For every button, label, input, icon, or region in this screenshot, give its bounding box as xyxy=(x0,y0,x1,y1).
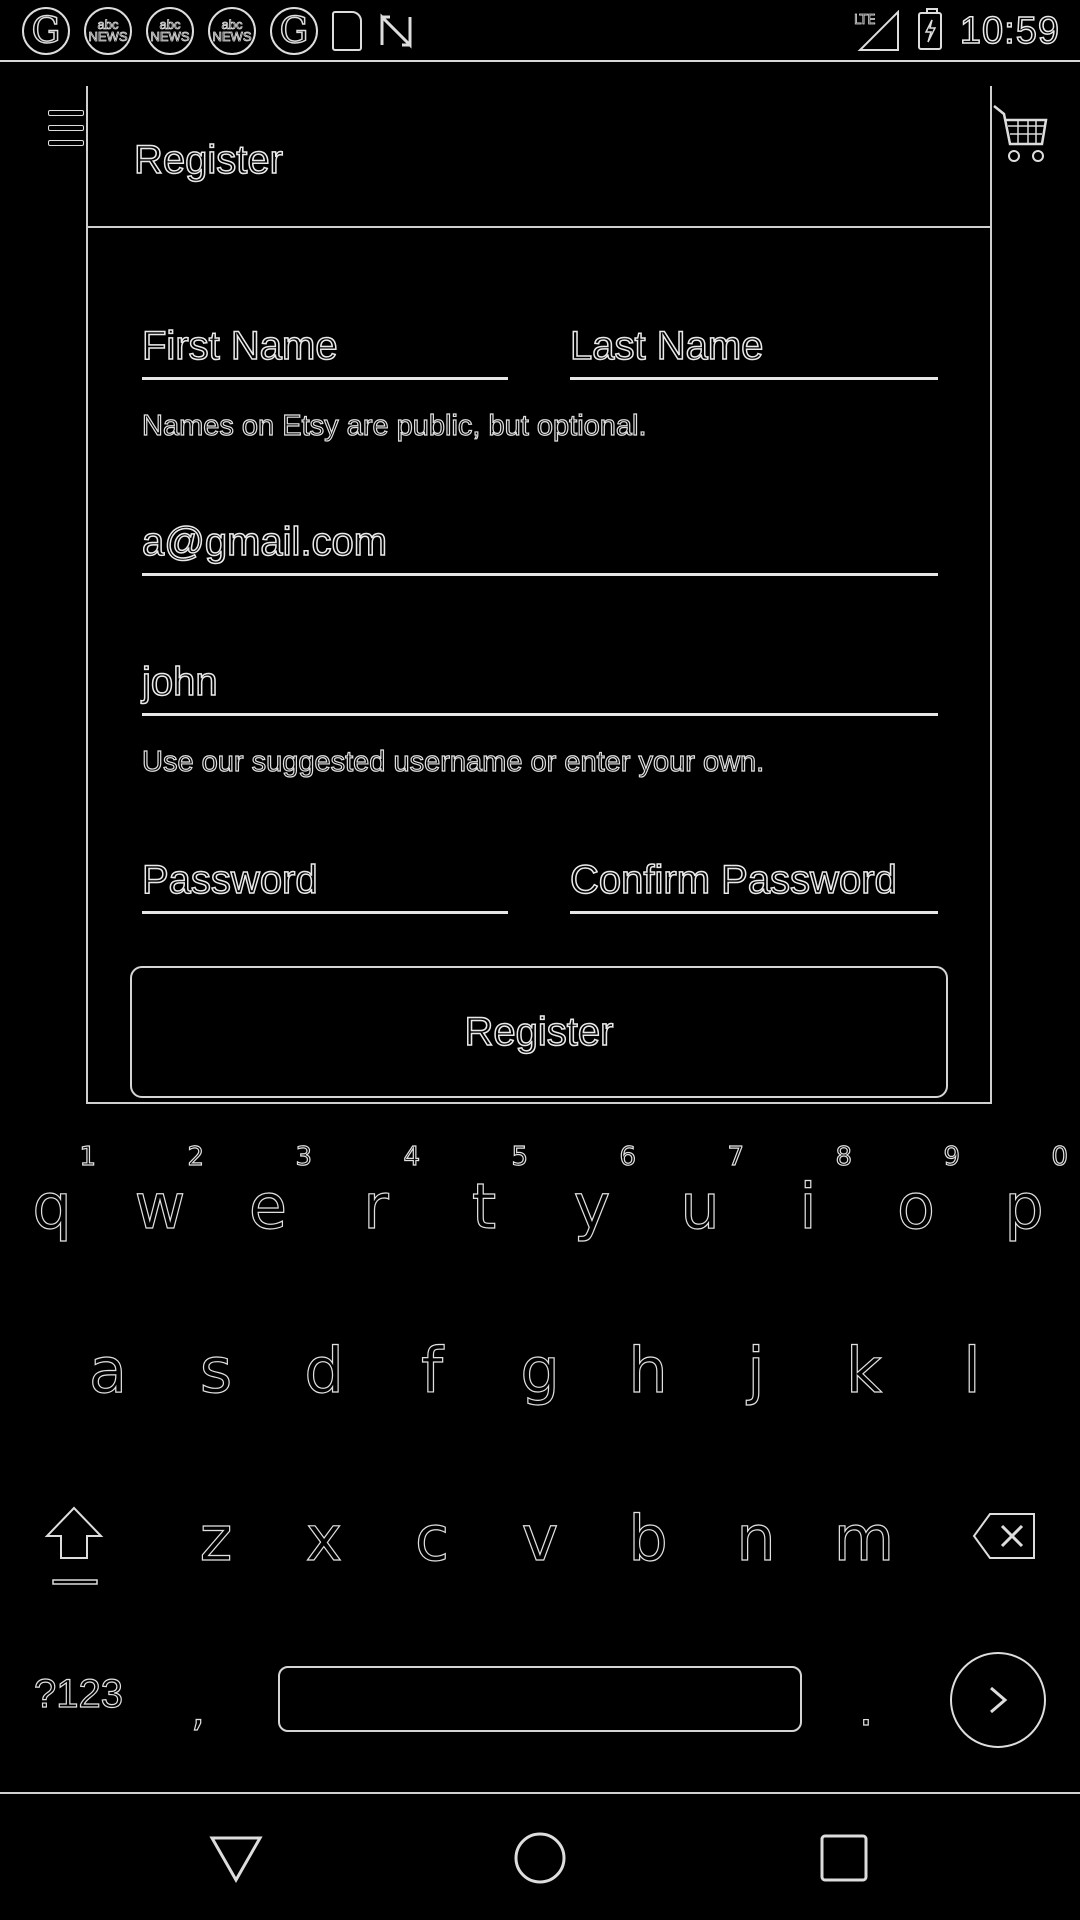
space-key[interactable] xyxy=(278,1666,802,1732)
register-button[interactable]: Register xyxy=(130,966,948,1098)
backspace-key[interactable] xyxy=(960,1506,1050,1570)
g-news-icon: G xyxy=(270,7,318,55)
symbols-key[interactable]: ?123 xyxy=(33,1671,123,1717)
sd-card-icon xyxy=(332,11,362,51)
key-d[interactable]: d xyxy=(272,1335,376,1406)
key-s[interactable]: s xyxy=(164,1335,268,1406)
confirm-password-placeholder: Confirm Password xyxy=(569,857,897,903)
key-z[interactable]: z xyxy=(164,1503,268,1574)
password-field[interactable]: Password xyxy=(141,852,508,914)
back-triangle-icon xyxy=(209,1836,263,1884)
username-field[interactable]: john xyxy=(141,652,938,716)
first-name-placeholder: First Name xyxy=(141,323,338,369)
key-w[interactable]: 2w xyxy=(108,1141,212,1242)
key-h[interactable]: h xyxy=(596,1335,700,1406)
lte-signal-icon: LTE xyxy=(854,9,900,52)
g-news-icon: G xyxy=(22,7,70,55)
home-circle-icon xyxy=(514,1832,566,1884)
key-v[interactable]: v xyxy=(488,1503,592,1574)
email-value: a@gmail.com xyxy=(141,519,388,565)
status-time: 10:59 xyxy=(959,9,1060,53)
first-name-field[interactable]: First Name xyxy=(141,318,508,380)
key-k[interactable]: k xyxy=(812,1335,916,1406)
navigation-bar xyxy=(0,1792,1080,1920)
key-n[interactable]: n xyxy=(704,1503,808,1574)
key-m[interactable]: m xyxy=(812,1503,916,1574)
key-r[interactable]: 4r xyxy=(324,1141,428,1242)
key-u[interactable]: 7u xyxy=(648,1141,752,1242)
key-p[interactable]: 0p xyxy=(972,1141,1076,1242)
status-bar: G abc NEWS abc NEWS abc NEWS G LTE 10:59 xyxy=(0,0,1080,62)
n-notification-icon xyxy=(376,11,416,51)
last-name-placeholder: Last Name xyxy=(569,323,764,369)
key-l[interactable]: l xyxy=(920,1335,1024,1406)
names-helper-text: Names on Etsy are public, but optional. xyxy=(141,409,647,442)
status-right: LTE 10:59 xyxy=(854,6,1060,56)
key-j[interactable]: j xyxy=(704,1335,808,1406)
recents-button[interactable] xyxy=(816,1830,872,1886)
key-a[interactable]: a xyxy=(56,1335,160,1406)
menu-icon[interactable] xyxy=(48,110,88,156)
notification-icons: G abc NEWS abc NEWS abc NEWS G xyxy=(22,6,416,56)
comma-key[interactable]: , xyxy=(168,1676,228,1746)
shift-key[interactable] xyxy=(22,1500,126,1600)
key-b[interactable]: b xyxy=(596,1503,700,1574)
shift-icon xyxy=(44,1506,104,1585)
key-y[interactable]: 6y xyxy=(540,1141,644,1242)
battery-icon xyxy=(917,8,942,50)
dialog-title: Register xyxy=(133,137,283,183)
last-name-field[interactable]: Last Name xyxy=(569,318,938,380)
home-button[interactable] xyxy=(512,1830,568,1886)
key-t[interactable]: 5t xyxy=(432,1141,536,1242)
backspace-icon xyxy=(972,1513,1035,1559)
screen: G abc NEWS abc NEWS abc NEWS G LTE 10:59… xyxy=(0,0,1080,1920)
key-e[interactable]: 3e xyxy=(216,1141,320,1242)
register-button-label: Register xyxy=(464,1009,614,1055)
back-button[interactable] xyxy=(208,1830,264,1886)
enter-key[interactable] xyxy=(950,1652,1046,1748)
chevron-right-icon xyxy=(990,1686,1008,1714)
key-g[interactable]: g xyxy=(488,1335,592,1406)
username-value: john xyxy=(141,659,218,705)
abc-news-icon: abc NEWS xyxy=(208,7,256,55)
key-f[interactable]: f xyxy=(380,1335,484,1406)
key-o[interactable]: 9o xyxy=(864,1141,968,1242)
key-i[interactable]: 8i xyxy=(756,1141,860,1242)
key-x[interactable]: x xyxy=(272,1503,376,1574)
recents-square-icon xyxy=(820,1834,868,1882)
username-helper-text: Use our suggested username or enter your… xyxy=(141,745,765,778)
abc-news-icon: abc NEWS xyxy=(146,7,194,55)
email-field[interactable]: a@gmail.com xyxy=(141,512,938,576)
abc-news-icon: abc NEWS xyxy=(84,7,132,55)
password-placeholder: Password xyxy=(141,857,318,903)
key-c[interactable]: c xyxy=(380,1503,484,1574)
period-key[interactable]: . xyxy=(836,1676,896,1746)
dialog-header: Register xyxy=(88,86,990,228)
key-q[interactable]: 1q xyxy=(0,1141,104,1242)
cart-icon[interactable] xyxy=(990,100,1050,166)
svg-text:LTE: LTE xyxy=(854,13,876,28)
confirm-password-field[interactable]: Confirm Password xyxy=(569,852,938,914)
register-dialog: Register xyxy=(86,86,992,1104)
